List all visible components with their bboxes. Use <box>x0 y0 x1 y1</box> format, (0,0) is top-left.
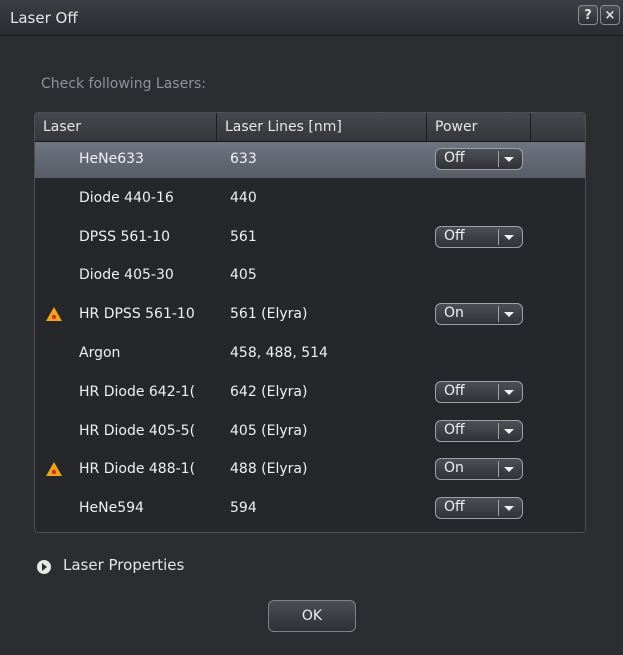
power-value: Off <box>444 421 465 438</box>
laser-name: Diode 440-16 <box>79 189 174 206</box>
chevron-down-icon[interactable] <box>498 422 518 439</box>
laser-lines: 458, 488, 514 <box>230 345 328 361</box>
laser-lines: 488 (Elyra) <box>230 461 308 478</box>
laser-name: HR Diode 488-1( <box>79 461 196 478</box>
chevron-down-icon[interactable] <box>498 228 518 245</box>
close-button[interactable]: × <box>600 5 620 25</box>
laser-name: HR DPSS 561-10 <box>79 306 195 323</box>
title-bar: Laser Off ? × <box>0 0 623 36</box>
power-dropdown[interactable]: On <box>435 303 523 326</box>
instruction-text: Check following Lasers: <box>41 76 206 92</box>
table-row[interactable]: HeNe633 633 Off <box>35 142 585 178</box>
expand-arrow-icon[interactable] <box>37 560 51 574</box>
laser-name: HeNe633 <box>79 151 144 167</box>
column-header-extra[interactable] <box>531 113 585 141</box>
laser-lines: 405 (Elyra) <box>230 422 308 439</box>
table-row[interactable]: DPSS 561-10 561 Off <box>35 220 585 256</box>
column-header-power[interactable]: Power <box>427 113 531 141</box>
chevron-down-icon[interactable] <box>498 151 518 167</box>
laser-lines: 561 (Elyra) <box>230 306 308 323</box>
laser-name: HR Diode 405-5( <box>79 422 196 439</box>
window-title: Laser Off <box>10 9 78 27</box>
help-button[interactable]: ? <box>578 5 598 25</box>
table-row[interactable]: HR Diode 642-1( 642 (Elyra) Off <box>35 375 585 411</box>
table-row[interactable]: HR Diode 488-1( 488 (Elyra) On <box>35 452 585 488</box>
laser-name: DPSS 561-10 <box>79 228 171 245</box>
power-dropdown[interactable]: On <box>435 458 523 481</box>
laser-name: HR Diode 642-1( <box>79 383 196 400</box>
laser-name: Diode 405-30 <box>79 267 174 284</box>
power-dropdown[interactable]: Off <box>435 497 523 520</box>
chevron-down-icon[interactable] <box>498 306 518 323</box>
table-row[interactable]: Diode 405-30 405 <box>35 258 585 294</box>
power-value: Off <box>444 499 465 516</box>
laser-lines: 440 <box>230 189 257 206</box>
warning-icon <box>46 307 62 322</box>
power-dropdown[interactable]: Off <box>435 419 523 442</box>
power-value: Off <box>444 382 465 399</box>
power-value: Off <box>444 150 465 166</box>
power-value: Off <box>444 227 465 244</box>
laser-name: Argon <box>79 345 121 361</box>
table-row[interactable]: HR DPSS 561-10 561 (Elyra) On <box>35 297 585 333</box>
laser-lines: 633 <box>230 151 257 167</box>
power-dropdown[interactable]: Off <box>435 148 523 170</box>
chevron-down-icon[interactable] <box>498 461 518 478</box>
table-row[interactable]: HeNe594 594 Off <box>35 491 585 527</box>
laser-properties-toggle[interactable]: Laser Properties <box>63 556 184 574</box>
laser-lines: 405 <box>230 267 257 284</box>
table-row[interactable]: Diode 440-16 440 <box>35 181 585 217</box>
column-header-laser-lines[interactable]: Laser Lines [nm] <box>217 113 427 141</box>
laser-lines: 561 <box>230 228 257 245</box>
ok-button[interactable]: OK <box>268 600 356 632</box>
column-header-laser[interactable]: Laser <box>35 113 217 141</box>
laser-table: Laser Laser Lines [nm] Power HeNe633 633 O… <box>34 112 586 533</box>
table-row[interactable]: HR Diode 405-5( 405 (Elyra) Off <box>35 414 585 450</box>
table-row[interactable]: Argon 458, 488, 514 <box>35 336 585 372</box>
laser-lines: 594 <box>230 500 257 517</box>
laser-name: HeNe594 <box>79 500 144 517</box>
power-value: On <box>444 460 464 477</box>
power-value: On <box>444 305 464 322</box>
laser-lines: 642 (Elyra) <box>230 383 308 400</box>
table-header: Laser Laser Lines [nm] Power <box>35 113 585 142</box>
power-dropdown[interactable]: Off <box>435 380 523 403</box>
warning-icon <box>46 462 62 477</box>
chevron-down-icon[interactable] <box>498 500 518 517</box>
chevron-down-icon[interactable] <box>498 383 518 400</box>
power-dropdown[interactable]: Off <box>435 225 523 248</box>
